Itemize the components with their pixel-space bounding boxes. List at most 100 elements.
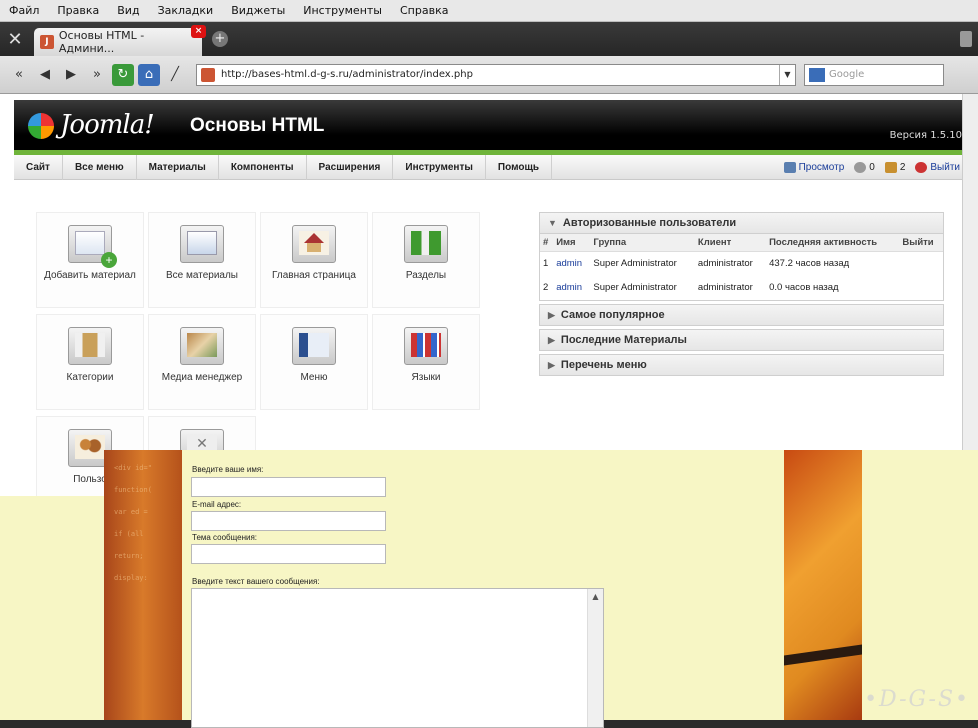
close-tab-icon[interactable]: × [191, 25, 206, 38]
scroll-up-icon[interactable]: ▲ [588, 589, 603, 605]
email-field[interactable] [191, 511, 386, 531]
messages-icon [854, 162, 866, 173]
overlay-left-panel [0, 496, 106, 720]
logged-users-table: # Имя Группа Клиент Последняя активность… [539, 234, 944, 301]
cpanel-frontpage[interactable]: Главная страница [260, 212, 368, 308]
jmenu-extensions[interactable]: Расширения [307, 155, 394, 180]
sections-icon [404, 225, 448, 263]
rewind-icon[interactable]: « [8, 64, 30, 86]
cpanel-all-articles[interactable]: Все материалы [148, 212, 256, 308]
jmenu-content[interactable]: Материалы [137, 155, 219, 180]
browser-tab[interactable]: J Основы HTML - Админи... × [34, 28, 202, 56]
email-label: E-mail адрес: [192, 500, 241, 509]
home-icon[interactable]: ⌂ [138, 64, 160, 86]
col-client: Клиент [695, 234, 766, 252]
user-link[interactable]: admin [553, 276, 590, 300]
search-input[interactable]: Google [804, 64, 944, 86]
table-row: 1 admin Super Administrator administrato… [540, 252, 943, 276]
version-label: Версия 1.5.10 [890, 130, 962, 141]
watermark: •D-G-S• [864, 687, 970, 712]
categories-icon [68, 327, 112, 365]
address-bar[interactable]: http://bases-html.d-g-s.ru/administrator… [196, 64, 796, 86]
col-logout: Выйти [899, 234, 943, 252]
tab-scroll-icon[interactable] [960, 31, 972, 47]
logout-link[interactable]: Выйти [915, 162, 960, 173]
module-logged-header[interactable]: ▼Авторизованные пользователи [539, 212, 944, 234]
menu-file[interactable]: Файл [0, 4, 48, 17]
joomla-favicon-icon: J [40, 35, 54, 49]
users-icon [885, 162, 897, 173]
jmenu-all-menus[interactable]: Все меню [63, 155, 137, 180]
cpanel-categories[interactable]: Категории [36, 314, 144, 410]
cpanel-languages[interactable]: Языки [372, 314, 480, 410]
textarea-scrollbar[interactable]: ▲ [587, 589, 603, 727]
site-name: Основы HTML [190, 115, 324, 137]
col-group: Группа [590, 234, 695, 252]
subject-label: Тема сообщения: [192, 533, 257, 542]
tools-icon[interactable]: ✕ [0, 25, 30, 53]
messages-count[interactable]: 0 [854, 162, 875, 173]
joomla-logo-icon [28, 113, 54, 139]
user-link[interactable]: admin [553, 252, 590, 276]
jmenu-help[interactable]: Помощь [486, 155, 552, 180]
add-article-icon: + [68, 225, 112, 263]
jmenu-status: Просмотр 0 2 Выйти [774, 162, 970, 173]
module-popular[interactable]: ▶Самое популярное [539, 304, 944, 326]
chevron-down-icon[interactable]: ▼ [779, 65, 795, 85]
address-url: http://bases-html.d-g-s.ru/administrator… [221, 69, 473, 80]
menu-tools[interactable]: Инструменты [294, 4, 391, 17]
jmenu-components[interactable]: Компоненты [219, 155, 307, 180]
search-placeholder: Google [829, 69, 864, 80]
browser-menubar: Файл Правка Вид Закладки Виджеты Инструм… [0, 0, 978, 22]
modules-column: ▼Авторизованные пользователи # Имя Групп… [539, 212, 944, 379]
expanded-arrow-icon: ▼ [548, 218, 557, 228]
name-label: Введите ваше имя: [192, 465, 263, 474]
forward-icon[interactable]: ▶ [60, 64, 82, 86]
tab-title: Основы HTML - Админи... [59, 29, 202, 55]
menu-bookmarks[interactable]: Закладки [149, 4, 223, 17]
contact-form-overlay: <div id=" function( var ed = if (all ret… [104, 450, 978, 720]
collapsed-arrow-icon: ▶ [548, 360, 555, 370]
col-name: Имя [553, 234, 590, 252]
module-menu-stats[interactable]: ▶Перечень меню [539, 354, 944, 376]
module-latest[interactable]: ▶Последние Материалы [539, 329, 944, 351]
image-decoration [784, 450, 862, 720]
menu-view[interactable]: Вид [108, 4, 148, 17]
site-favicon-icon [201, 68, 215, 82]
media-manager-icon [180, 327, 224, 365]
new-tab-icon[interactable]: + [212, 31, 228, 47]
languages-icon [404, 327, 448, 365]
users-online[interactable]: 2 [885, 162, 906, 173]
collapsed-arrow-icon: ▶ [548, 310, 555, 320]
logout-icon [915, 162, 927, 173]
cpanel-sections[interactable]: Разделы [372, 212, 480, 308]
jmenu-tools[interactable]: Инструменты [393, 155, 486, 180]
subject-field[interactable] [191, 544, 386, 564]
table-row: 2 admin Super Administrator administrato… [540, 276, 943, 300]
cpanel-add-article[interactable]: + Добавить материал [36, 212, 144, 308]
menu-help[interactable]: Справка [391, 4, 457, 17]
message-label: Введите текст вашего сообщения: [192, 577, 320, 586]
joomla-header: Joomla! Основы HTML Версия 1.5.10 [14, 100, 970, 150]
menu-widgets[interactable]: Виджеты [222, 4, 294, 17]
jmenu-site[interactable]: Сайт [14, 155, 63, 180]
back-icon[interactable]: ◀ [34, 64, 56, 86]
wand-icon[interactable]: ╱ [164, 64, 186, 86]
preview-icon [784, 162, 796, 173]
col-last-activity: Последняя активность [766, 234, 899, 252]
name-field[interactable] [191, 477, 386, 497]
collapsed-arrow-icon: ▶ [548, 335, 555, 345]
code-decoration: <div id=" function( var ed = if (all ret… [104, 450, 182, 720]
navigation-bar: « ◀ ▶ » ↻ ⌂ ╱ http://bases-html.d-g-s.ru… [0, 56, 978, 94]
articles-icon [180, 225, 224, 263]
preview-link[interactable]: Просмотр [784, 162, 845, 173]
cpanel-menu[interactable]: Меню [260, 314, 368, 410]
message-textarea[interactable]: ▲ [191, 588, 604, 728]
frontpage-icon [292, 225, 336, 263]
fast-forward-icon[interactable]: » [86, 64, 108, 86]
menu-icon [292, 327, 336, 365]
joomla-menu: Сайт Все меню Материалы Компоненты Расши… [14, 155, 970, 180]
menu-edit[interactable]: Правка [48, 4, 108, 17]
cpanel-media-manager[interactable]: Медиа менеджер [148, 314, 256, 410]
reload-icon[interactable]: ↻ [112, 64, 134, 86]
